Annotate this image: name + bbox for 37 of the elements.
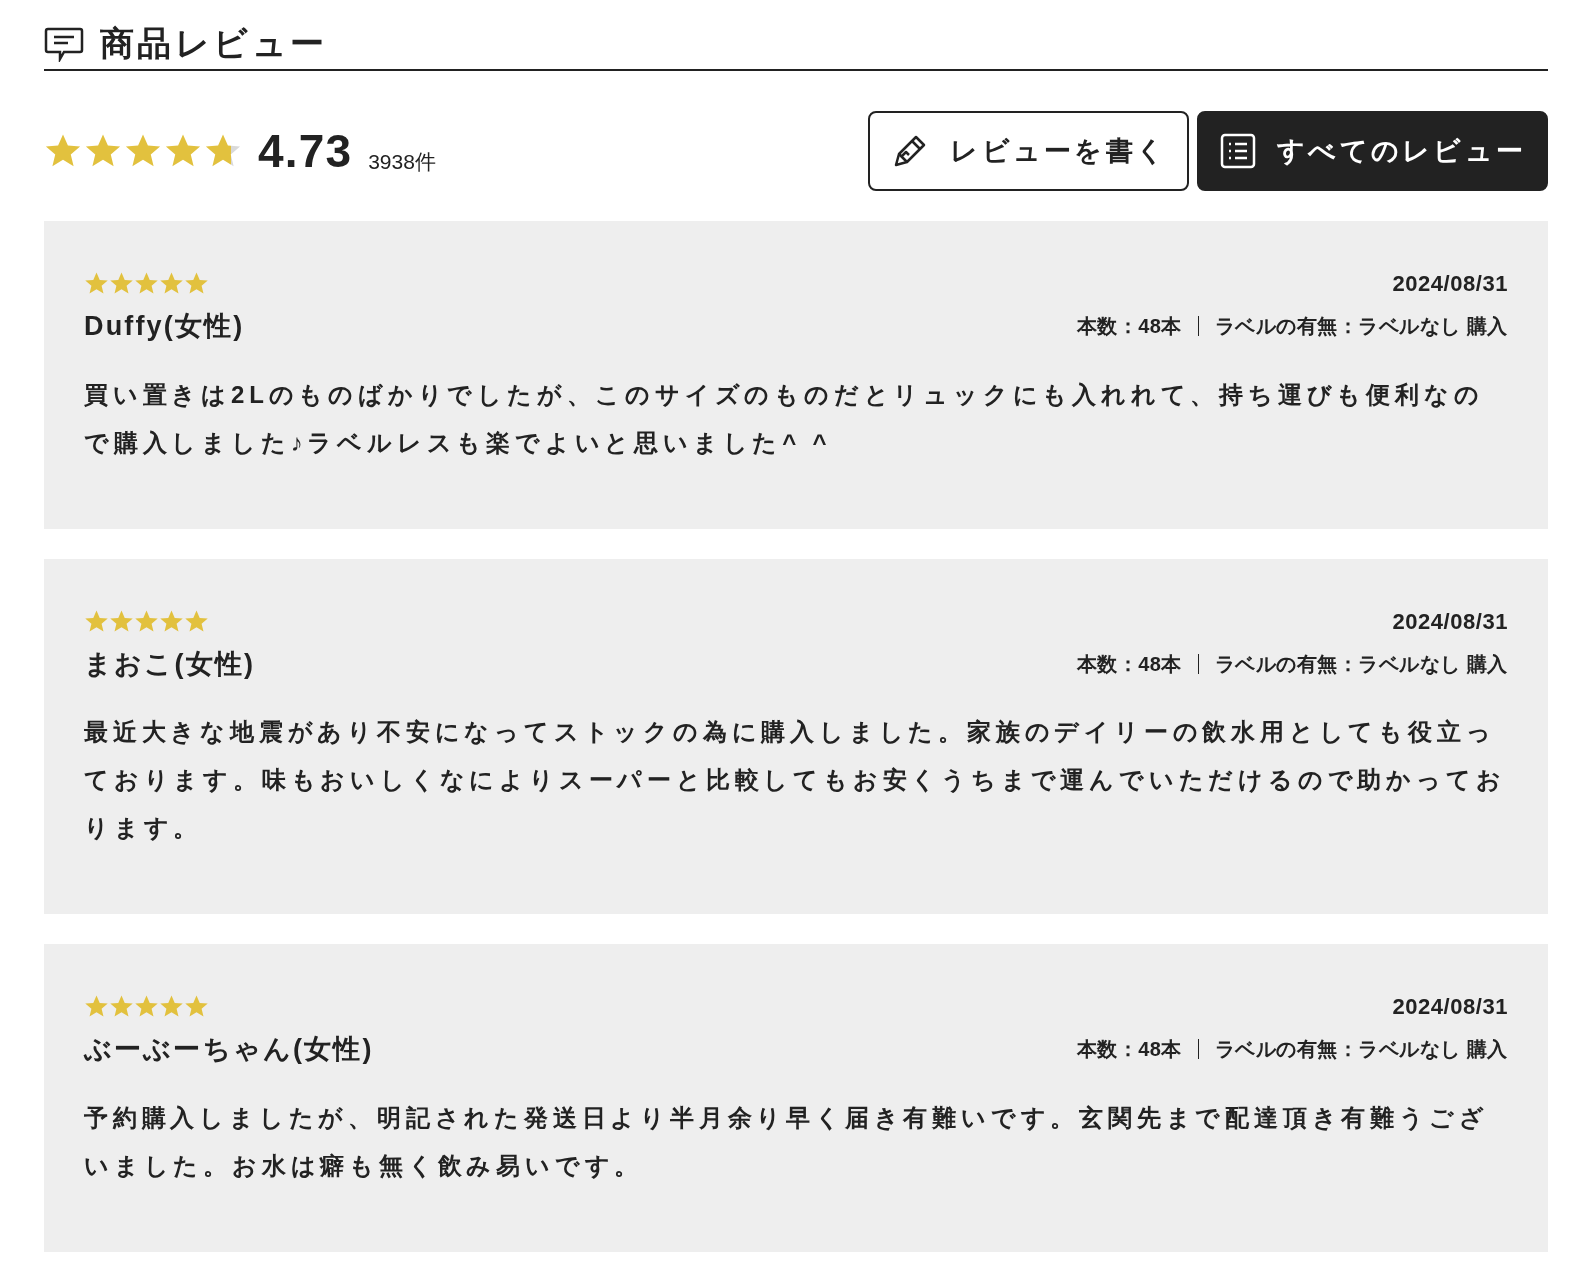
average-score: 4.73 <box>258 128 353 174</box>
star-icon <box>159 994 184 1019</box>
review-text: 買い置きは2Lのものばかりでしたが、このサイズのものだとリュックにも入れれて、持ち運びも便利なので購入しました♪ラベルレスも楽でよいと思いました^ ^ <box>84 379 1485 458</box>
review-date: 2024/08/31 <box>1392 607 1508 636</box>
star-icon <box>84 271 109 296</box>
star-icon <box>134 994 159 1019</box>
purchase-detail: 本数：48本 <box>1076 651 1182 677</box>
all-reviews-button[interactable]: すべてのレビュー <box>1197 111 1548 191</box>
purchase-detail: 本数：48本 <box>1076 314 1182 340</box>
list-icon <box>1219 132 1258 170</box>
comment-icon <box>44 25 84 62</box>
star-icon <box>184 994 209 1019</box>
purchase-detail: ラベルの有無：ラベルなし 購入 <box>1214 314 1508 340</box>
review-date: 2024/08/31 <box>1392 270 1508 298</box>
star-icon <box>109 271 134 296</box>
star-icon <box>134 608 159 634</box>
reviewer-name: ぶーぶーちゃん(女性) <box>84 1033 374 1066</box>
section-title: 商品レビュー <box>100 23 328 64</box>
review-text: 最近大きな地震があり不安になってストックの為に購入しました。家族のデイリーの飲水用としても役立っております。味もおいしくなによりスーパーと比較してもお安くうちまで運んでいただけるので助かっております。 <box>84 717 1507 843</box>
review-count: 3938件 <box>368 151 436 172</box>
star-icon <box>184 271 209 296</box>
star-icon <box>134 271 159 296</box>
purchase-detail: ラベルの有無：ラベルなし 購入 <box>1214 651 1508 677</box>
review-date: 2024/08/31 <box>1392 993 1508 1021</box>
star-icon <box>84 608 109 634</box>
purchase-detail: ラベルの有無：ラベルなし 購入 <box>1214 1037 1508 1063</box>
star-icon <box>109 608 134 634</box>
purchase-detail: 本数：48本 <box>1076 1037 1182 1063</box>
write-review-button[interactable]: レビューを書く <box>868 111 1190 191</box>
reviewer-name: まおこ(女性) <box>84 647 256 681</box>
star-icon <box>184 608 209 634</box>
star-icon <box>159 271 184 296</box>
star-icon <box>109 994 134 1019</box>
star-icon <box>159 608 184 634</box>
star-icon <box>84 994 109 1019</box>
reviewer-name: Duffy(女性) <box>84 310 245 343</box>
review-text: 予約購入しましたが、明記された発送日より半月余り早く届き有難いです。玄関先まで配達頂き有難うございました。お水は癖も無く飲み易いです。 <box>84 1102 1490 1181</box>
